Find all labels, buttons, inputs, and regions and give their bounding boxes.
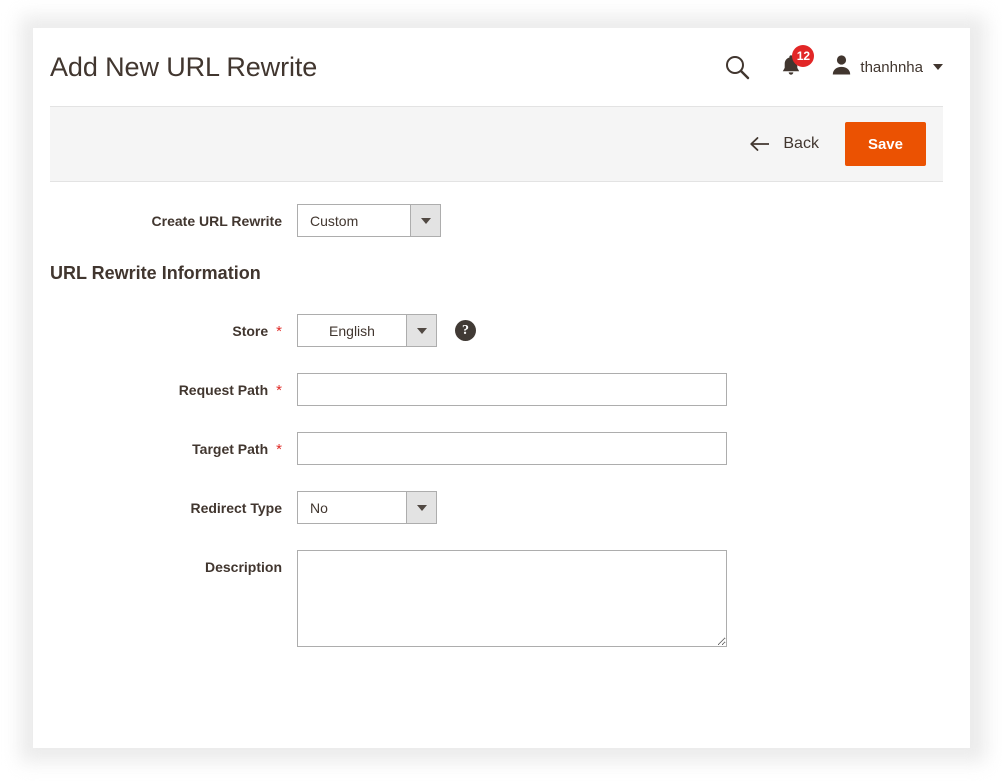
field-request-path: Request Path * bbox=[50, 373, 943, 406]
store-label-text: Store bbox=[232, 323, 268, 339]
create-url-rewrite-select[interactable]: Custom bbox=[297, 204, 441, 237]
redirect-type-select[interactable]: No bbox=[297, 491, 437, 524]
chevron-down-icon bbox=[406, 492, 436, 523]
create-url-rewrite-value: Custom bbox=[298, 205, 410, 236]
section-title-url-rewrite-information: URL Rewrite Information bbox=[50, 263, 943, 284]
required-marker: * bbox=[276, 441, 282, 458]
search-icon[interactable] bbox=[724, 54, 750, 80]
page-title: Add New URL Rewrite bbox=[50, 52, 317, 83]
create-url-rewrite-label: Create URL Rewrite bbox=[50, 204, 282, 229]
create-url-rewrite-control: Custom bbox=[297, 204, 441, 237]
chevron-down-icon bbox=[410, 205, 440, 236]
store-select[interactable]: English bbox=[297, 314, 437, 347]
required-marker: * bbox=[276, 382, 282, 399]
description-control bbox=[297, 550, 727, 647]
notifications-button[interactable]: 12 bbox=[780, 53, 802, 82]
target-path-input[interactable] bbox=[297, 432, 727, 465]
target-path-label: Target Path * bbox=[50, 432, 282, 458]
required-marker: * bbox=[276, 323, 282, 340]
save-button[interactable]: Save bbox=[845, 122, 926, 166]
user-avatar-icon bbox=[832, 54, 851, 80]
user-name: thanhnha bbox=[860, 59, 923, 76]
description-textarea[interactable] bbox=[297, 550, 727, 647]
request-path-control bbox=[297, 373, 727, 406]
store-control: English ? bbox=[297, 314, 476, 347]
field-description: Description bbox=[50, 550, 943, 647]
redirect-type-control: No bbox=[297, 491, 437, 524]
chevron-down-icon bbox=[933, 64, 943, 70]
chevron-down-icon bbox=[406, 315, 436, 346]
field-target-path: Target Path * bbox=[50, 432, 943, 465]
back-button[interactable]: Back bbox=[749, 135, 819, 153]
request-path-label-text: Request Path bbox=[179, 382, 268, 398]
store-value: English bbox=[298, 315, 406, 346]
field-create-url-rewrite: Create URL Rewrite Custom bbox=[50, 204, 943, 237]
user-menu[interactable]: thanhnha bbox=[832, 54, 943, 80]
back-button-label: Back bbox=[783, 135, 819, 153]
question-mark-icon[interactable]: ? bbox=[455, 320, 476, 341]
page-header: Add New URL Rewrite 12 bbox=[33, 28, 970, 106]
target-path-control bbox=[297, 432, 727, 465]
notification-count-badge: 12 bbox=[792, 45, 814, 67]
request-path-label: Request Path * bbox=[50, 373, 282, 399]
arrow-left-icon bbox=[749, 136, 771, 152]
redirect-type-value: No bbox=[298, 492, 406, 523]
field-store: Store * English ? bbox=[50, 314, 943, 347]
redirect-type-label: Redirect Type bbox=[50, 491, 282, 516]
header-actions: 12 thanhnha bbox=[724, 53, 943, 82]
store-label: Store * bbox=[50, 314, 282, 340]
admin-page-card: Add New URL Rewrite 12 bbox=[33, 28, 970, 748]
form-area: Create URL Rewrite Custom URL Rewrite In… bbox=[33, 182, 970, 647]
field-redirect-type: Redirect Type No bbox=[50, 491, 943, 524]
page-actions-toolbar: Back Save bbox=[50, 106, 943, 182]
target-path-label-text: Target Path bbox=[192, 441, 268, 457]
screen: Add New URL Rewrite 12 bbox=[0, 0, 1002, 781]
description-label: Description bbox=[50, 550, 282, 575]
request-path-input[interactable] bbox=[297, 373, 727, 406]
